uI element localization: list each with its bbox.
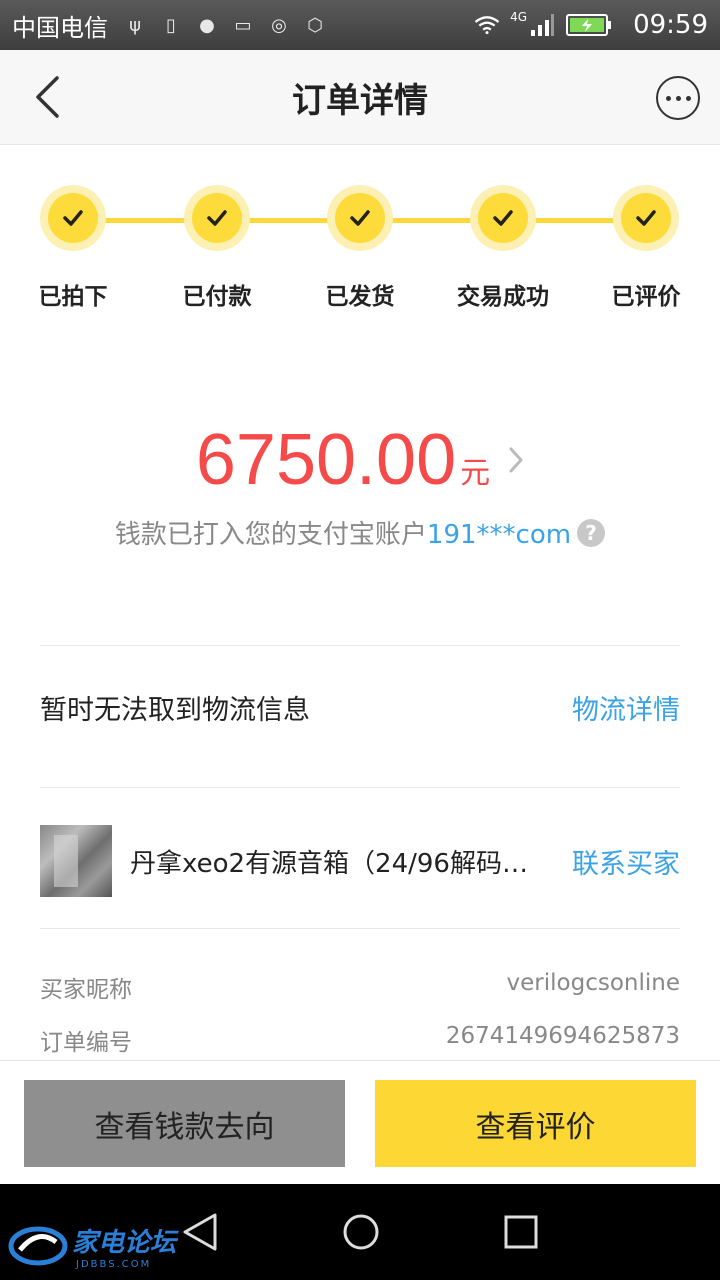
divider [40,928,680,929]
info-label: 订单编号 [40,1030,132,1056]
info-label: 买家昵称 [40,977,132,1003]
back-arrow-icon [36,76,59,118]
page-title: 订单详情 [292,80,428,121]
check-icon [493,210,513,226]
logistics-detail-link[interactable]: 物流详情 [572,688,680,727]
chevron-right-icon [508,446,524,478]
more-dot-icon [675,95,681,101]
payment-info: 钱款已打入您的支付宝账户191***com? [0,514,720,551]
order-number-row: 订单编号 2674149694625873 [40,1023,680,1057]
product-thumbnail [40,825,112,897]
wechat-icon: ● [199,14,215,36]
buyer-nickname-row: 买家昵称 verilogcsonline [40,970,680,1004]
view-funds-button[interactable]: 查看钱款去向 [24,1080,345,1167]
more-options-button[interactable] [656,76,700,120]
forum-logo-icon [8,1226,68,1266]
back-button[interactable] [22,72,72,122]
help-icon[interactable]: ? [577,519,606,547]
payment-info-text: 钱款已打入您的支付宝账户 [114,520,427,550]
alipay-account: 191***com [426,520,572,550]
step-label: 已评价 [611,284,681,310]
step-label: 已发货 [325,284,395,310]
order-progress: 已拍下 已付款 已发货 交易成功 已评价 [0,185,720,315]
watermark-text: 家电论坛 [72,1228,177,1258]
info-value: verilogcsonline [506,970,680,996]
clock: 09:59 [633,10,708,40]
nav-header: 订单详情 [0,50,720,145]
wifi-icon [474,12,500,38]
signal-icon [529,12,555,38]
product-name: 丹拿xeo2有源音箱（24/96解码… [130,848,528,879]
logistics-message: 暂时无法取到物流信息 [40,695,310,726]
more-dot-icon [685,95,691,101]
info-value: 2674149694625873 [445,1023,680,1049]
view-review-button[interactable]: 查看评价 [375,1080,696,1167]
product-row[interactable]: 丹拿xeo2有源音箱（24/96解码… 联系买家 [40,824,680,898]
app-icon: ◎ [271,14,287,36]
battery-icon [565,12,613,38]
contact-buyer-link[interactable]: 联系买家 [572,842,680,881]
sim-alert-icon: ▯ [166,14,176,36]
action-bar: 查看钱款去向 查看评价 [0,1060,720,1184]
step-completed: 交易成功 [433,185,573,311]
nav-home-icon[interactable] [341,1212,381,1252]
currency-unit: 元 [460,456,491,491]
shield-icon: ⬡ [307,14,323,36]
message-icon: ▭ [234,14,252,36]
step-paid: 已付款 [147,185,287,311]
logistics-row: 暂时无法取到物流信息 物流详情 [40,688,680,727]
divider [40,787,680,788]
check-icon [207,210,227,226]
check-icon [636,210,656,226]
nav-recents-icon[interactable] [501,1212,541,1252]
forum-watermark: 家电论坛 JDBBS.COM [8,1222,176,1270]
step-shipped: 已发货 [290,185,430,311]
nav-back-icon[interactable] [180,1212,220,1252]
check-icon [63,210,83,226]
step-reviewed: 已评价 [576,185,716,311]
check-icon [350,210,370,226]
order-amount: 6750.00 [195,420,457,500]
network-type: 4G [510,10,528,24]
watermark-sub: JDBBS.COM [76,1259,152,1270]
usb-icon: ψ [129,14,141,36]
step-label: 交易成功 [457,284,549,310]
step-placed: 已拍下 [3,185,143,311]
divider [40,645,680,646]
carrier-label: 中国电信 [12,13,108,42]
more-dot-icon [665,95,671,101]
status-bar: 中国电信 ψ ▯ ● ▭ ◎ ⬡ 4G 09:59 [0,0,720,50]
step-label: 已拍下 [38,284,108,310]
step-label: 已付款 [182,284,252,310]
amount-section[interactable]: 6750.00 元 [0,420,720,500]
